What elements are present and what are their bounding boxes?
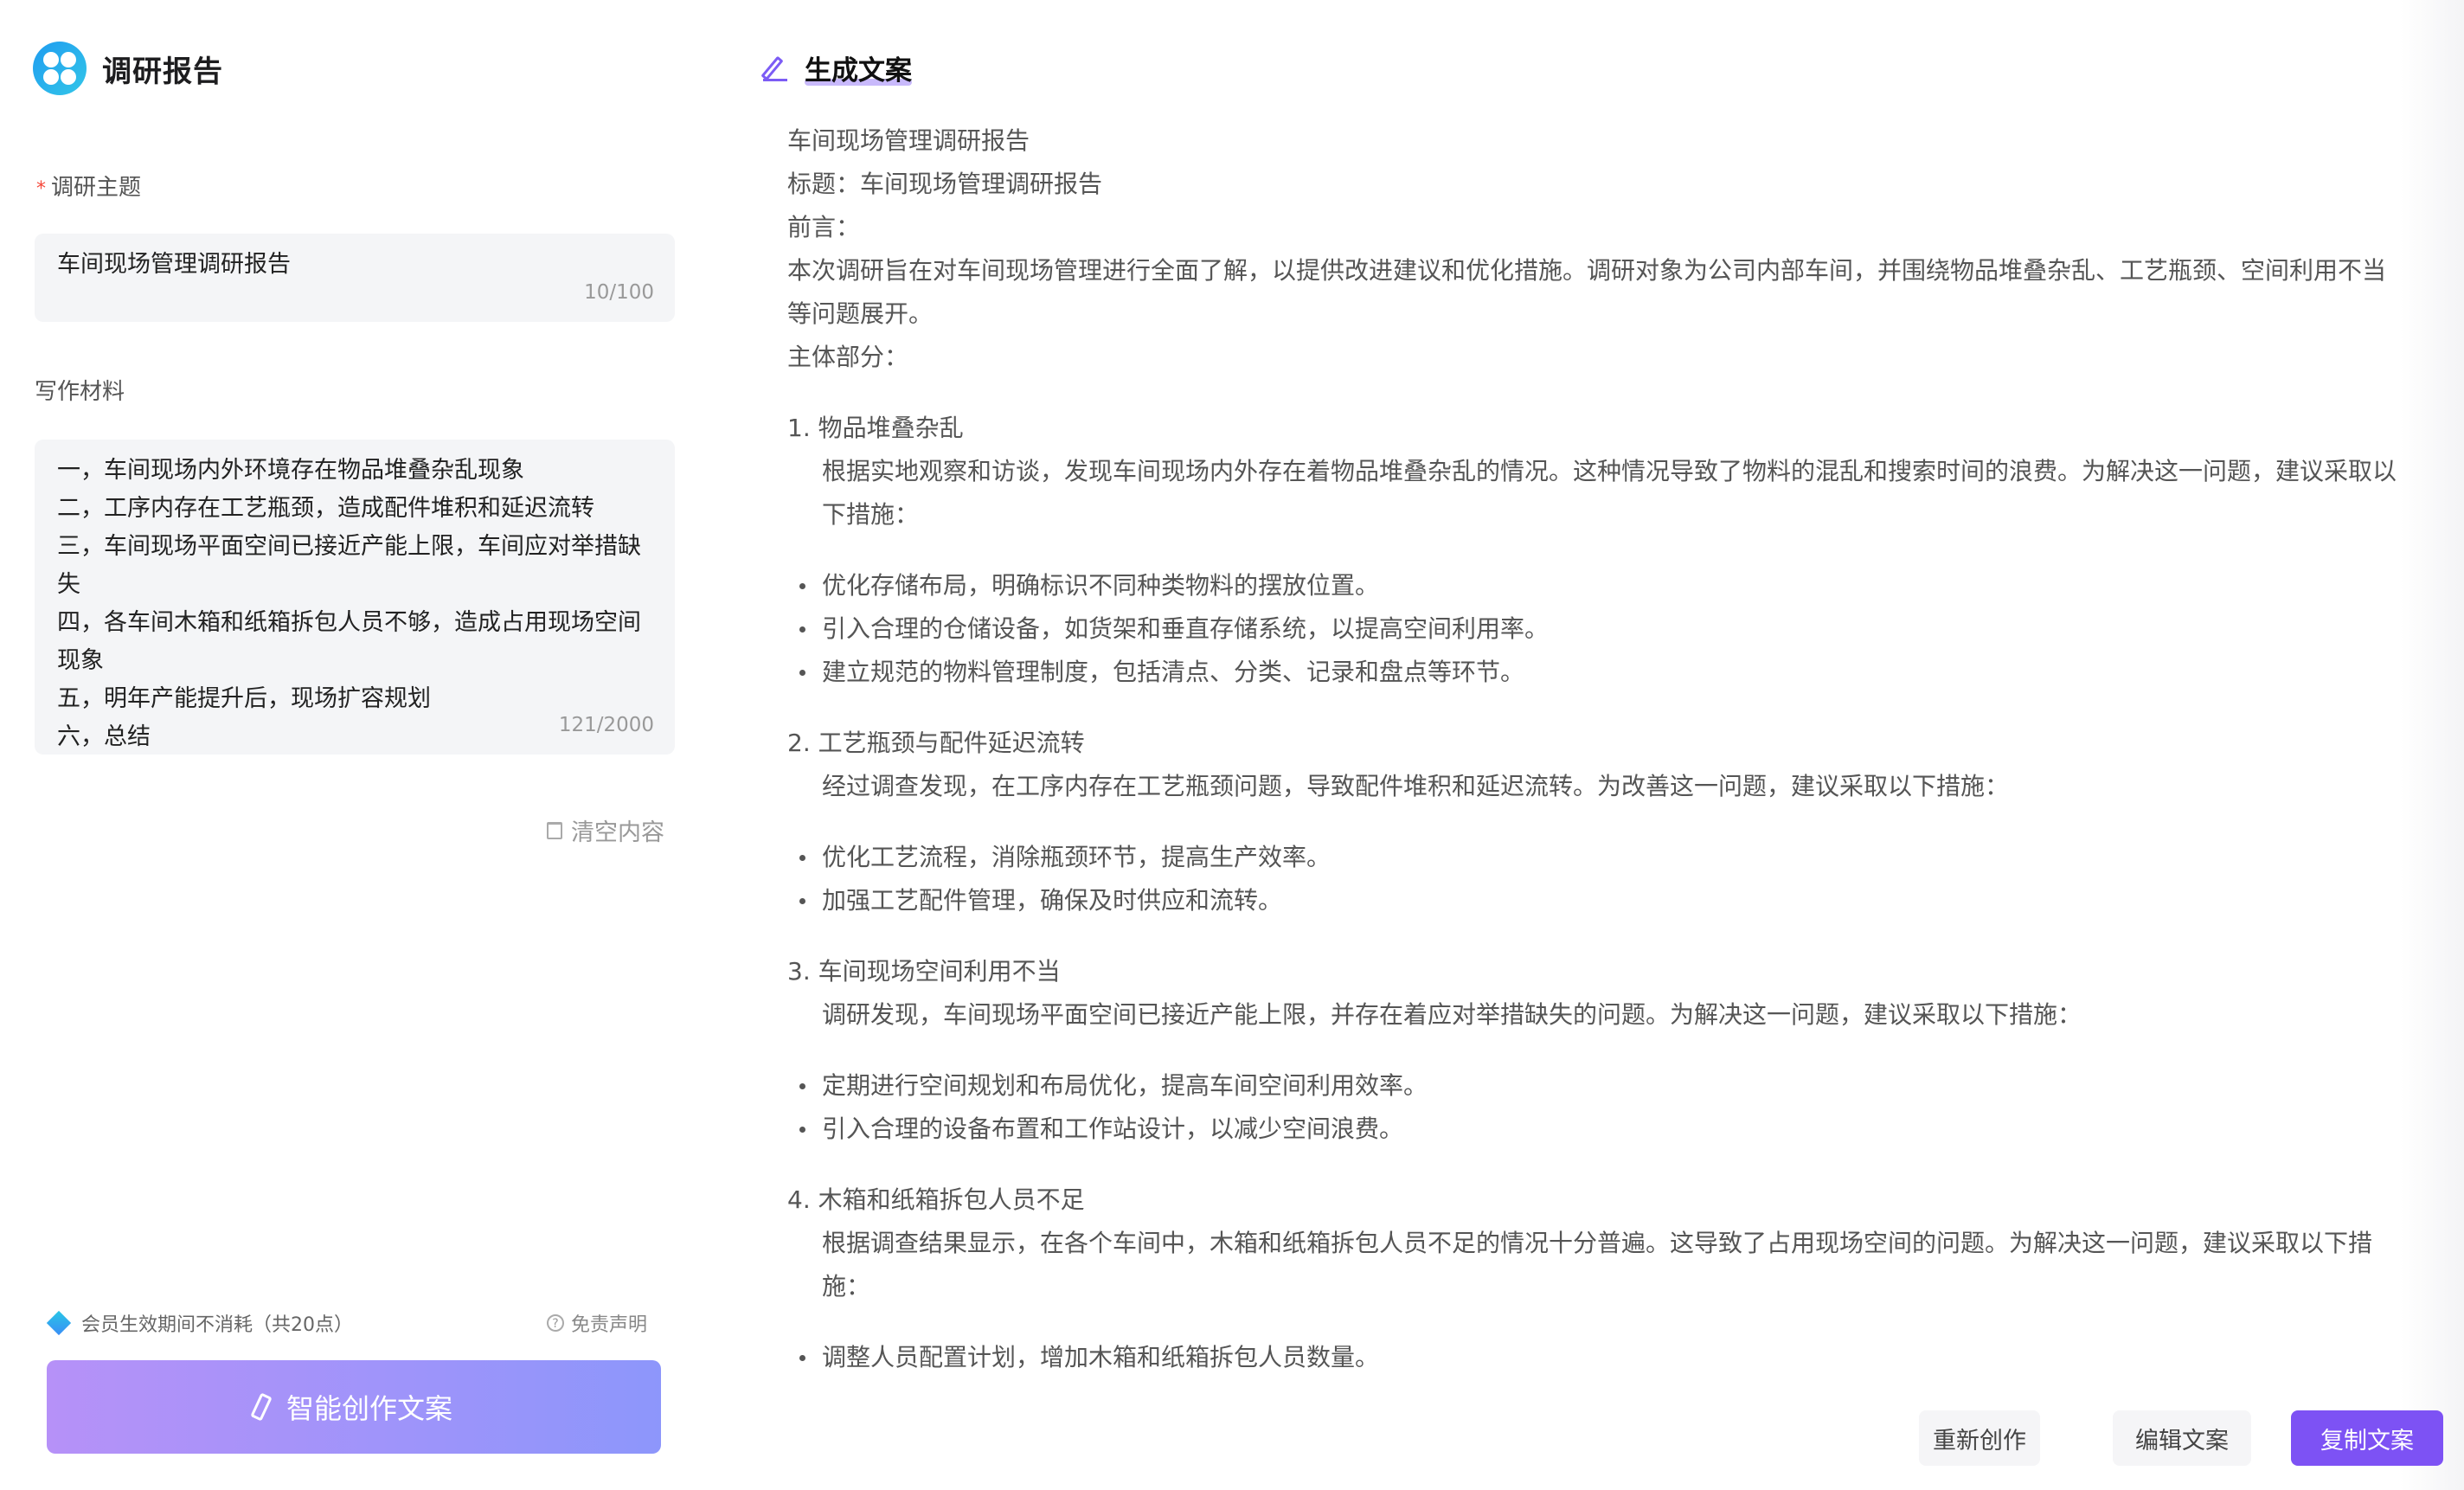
disclaimer-link[interactable]: ? 免责声明 — [547, 1309, 647, 1337]
article-preface: 本次调研旨在对车间现场管理进行全面了解，以提供改进建议和优化措施。调研对象为公司… — [787, 256, 2387, 328]
regenerate-button[interactable]: 重新创作 — [1919, 1410, 2040, 1466]
article-title-line: 车间现场管理调研报告 — [787, 126, 1030, 155]
topic-char-counter: 10/100 — [584, 281, 654, 304]
clear-content-button[interactable]: 清空内容 — [547, 813, 664, 847]
material-line: 四，各车间木箱和纸箱拆包人员不够，造成占用现场空间现象 — [57, 609, 641, 674]
section-text: 调研发现，车间现场平面空间已接近产能上限，并存在着应对举措缺失的问题。为解决这一… — [822, 1000, 2082, 1029]
magic-pen-icon — [250, 1392, 273, 1422]
bullet-item: 引入合理的设备布置和工作站设计，以减少空间浪费。 — [787, 1108, 2397, 1151]
section-title: 4. 木箱和纸箱拆包人员不足 — [787, 1185, 1085, 1214]
article-body-label: 主体部分： — [787, 343, 909, 371]
material-line: 二，工序内存在工艺瓶颈，造成配件堆积和延迟流转 — [57, 495, 594, 522]
output-title: 生成文案 — [805, 48, 912, 87]
article-section: 2. 工艺瓶颈与配件延迟流转经过调查发现，在工序内存在工艺瓶颈问题，导致配件堆积… — [787, 722, 2397, 922]
section-title: 3. 车间现场空间利用不当 — [787, 957, 1061, 986]
scroll-area-edge — [2400, 0, 2464, 1490]
copy-text-button[interactable]: 复制文案 — [2291, 1410, 2443, 1466]
trash-icon — [547, 821, 562, 839]
edit-pen-icon — [760, 55, 787, 81]
section-text: 经过调查发现，在工序内存在工艺瓶颈问题，导致配件堆积和延迟流转。为改善这一问题，… — [822, 772, 2010, 800]
topic-input-value: 车间现场管理调研报告 — [57, 251, 291, 278]
article-sections: 1. 物品堆叠杂乱根据实地观察和访谈，发现车间现场内外存在着物品堆叠杂乱的情况。… — [787, 407, 2397, 1379]
material-textarea[interactable]: 一，车间现场内外环境存在物品堆叠杂乱现象二，工序内存在工艺瓶颈，造成配件堆积和延… — [35, 440, 675, 755]
article-heading-line: 标题：车间现场管理调研报告 — [787, 170, 1103, 198]
material-line: 三，车间现场平面空间已接近产能上限，车间应对举措缺失 — [57, 533, 641, 598]
app-title: 调研报告 — [102, 54, 223, 89]
section-bullet-list: 调整人员配置计划，增加木箱和纸箱拆包人员数量。 — [787, 1336, 2397, 1379]
section-title: 2. 工艺瓶颈与配件延迟流转 — [787, 729, 1085, 757]
section-text: 根据实地观察和访谈，发现车间现场内外存在着物品堆叠杂乱的情况。这种情况导致了物料… — [822, 457, 2397, 529]
material-line: 一，车间现场内外环境存在物品堆叠杂乱现象 — [57, 457, 524, 484]
section-text: 根据调查结果显示，在各个车间中，木箱和纸箱拆包人员不足的情况十分普遍。这导致了占… — [822, 1229, 2373, 1301]
smart-create-button[interactable]: 智能创作文案 — [47, 1360, 661, 1454]
output-header: 生成文案 — [760, 48, 912, 87]
bullet-item: 调整人员配置计划，增加木箱和纸箱拆包人员数量。 — [787, 1336, 2397, 1379]
bullet-item: 建立规范的物料管理制度，包括清点、分类、记录和盘点等环节。 — [787, 651, 2397, 694]
topic-label: * 调研主题 — [36, 175, 142, 201]
bullet-item: 引入合理的仓储设备，如货架和垂直存储系统，以提高空间利用率。 — [787, 607, 2397, 651]
question-icon: ? — [547, 1314, 564, 1332]
app-logo-icon — [33, 42, 87, 95]
bullet-item: 加强工艺配件管理，确保及时供应和流转。 — [787, 879, 2397, 922]
input-panel: 调研报告 * 调研主题 车间现场管理调研报告 10/100 写作材料 一，车间现场… — [0, 0, 709, 1490]
material-char-counter: 121/2000 — [558, 714, 654, 736]
section-bullet-list: 优化存储布局，明确标识不同种类物料的摆放位置。 引入合理的仓储设备，如货架和垂直存… — [787, 564, 2397, 694]
diamond-icon — [46, 1310, 72, 1336]
section-bullet-list: 优化工艺流程，消除瓶颈环节，提高生产效率。 加强工艺配件管理，确保及时供应和流转。 — [787, 836, 2397, 922]
article-section: 4. 木箱和纸箱拆包人员不足根据调查结果显示，在各个车间中，木箱和纸箱拆包人员不… — [787, 1179, 2397, 1379]
bullet-item: 定期进行空间规划和布局优化，提高车间空间利用效率。 — [787, 1064, 2397, 1108]
bullet-item: 优化存储布局，明确标识不同种类物料的摆放位置。 — [787, 564, 2397, 607]
topic-input[interactable]: 车间现场管理调研报告 10/100 — [35, 234, 675, 322]
generated-article: 车间现场管理调研报告 标题：车间现场管理调研报告 前言： 本次调研旨在对车间现场… — [787, 119, 2397, 1379]
required-mark: * — [36, 178, 46, 200]
article-preface-label: 前言： — [787, 213, 861, 241]
edit-copy-button[interactable]: 编辑文案 — [2113, 1410, 2251, 1466]
output-panel: 生成文案 车间现场管理调研报告 标题：车间现场管理调研报告 前言： 本次调研旨在… — [760, 0, 2405, 1490]
bullet-item: 优化工艺流程，消除瓶颈环节，提高生产效率。 — [787, 836, 2397, 879]
article-section: 1. 物品堆叠杂乱根据实地观察和访谈，发现车间现场内外存在着物品堆叠杂乱的情况。… — [787, 407, 2397, 694]
article-section: 3. 车间现场空间利用不当调研发现，车间现场平面空间已接近产能上限，并存在着应对… — [787, 950, 2397, 1151]
section-title: 1. 物品堆叠杂乱 — [787, 414, 964, 442]
section-bullet-list: 定期进行空间规划和布局优化，提高车间空间利用效率。 引入合理的设备布置和工作站设计… — [787, 1064, 2397, 1151]
material-label: 写作材料 — [35, 379, 125, 405]
app-header: 调研报告 — [33, 42, 223, 95]
member-note: 会员生效期间不消耗（共20点） — [46, 1309, 353, 1337]
